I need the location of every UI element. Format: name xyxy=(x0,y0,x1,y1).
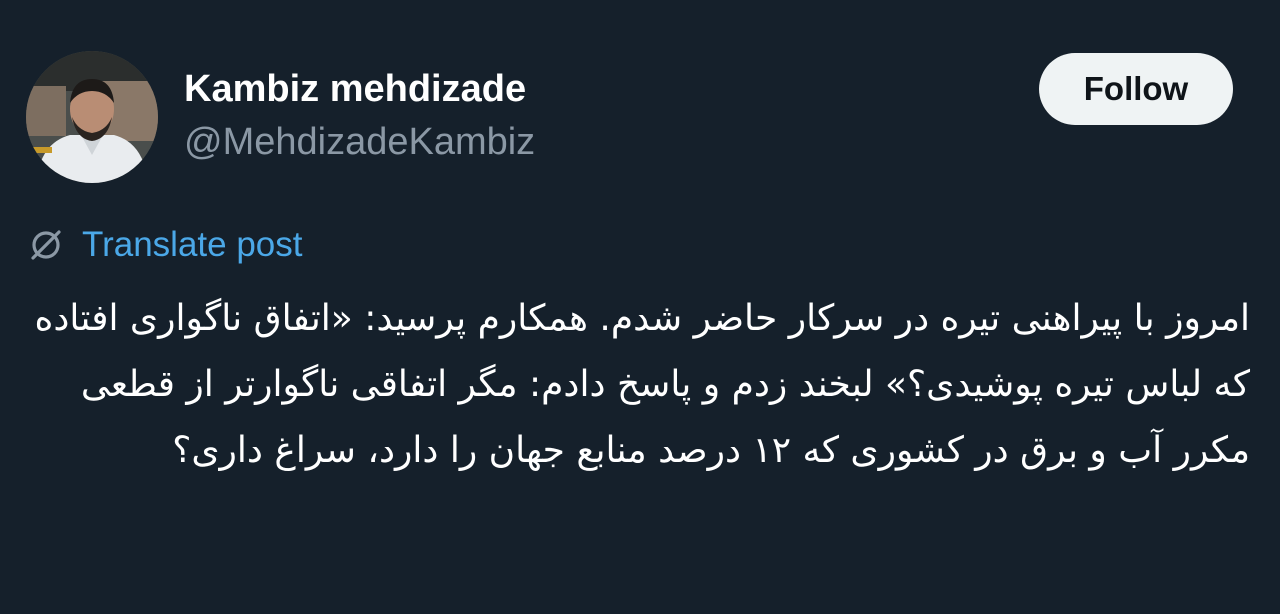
globe-slash-icon xyxy=(31,230,61,260)
author-display-name[interactable]: Kambiz mehdizade xyxy=(184,66,526,112)
translate-post-label: Translate post xyxy=(82,225,303,264)
avatar[interactable] xyxy=(26,51,158,183)
profile-photo xyxy=(26,51,158,183)
translate-post-link[interactable]: Translate post xyxy=(26,222,302,268)
follow-button[interactable]: Follow xyxy=(1039,53,1233,125)
post-text: امروز با پیراهنی تیره در سرکار حاضر شدم.… xyxy=(34,298,1250,471)
author-handle[interactable]: @MehdizadeKambiz xyxy=(184,119,535,165)
